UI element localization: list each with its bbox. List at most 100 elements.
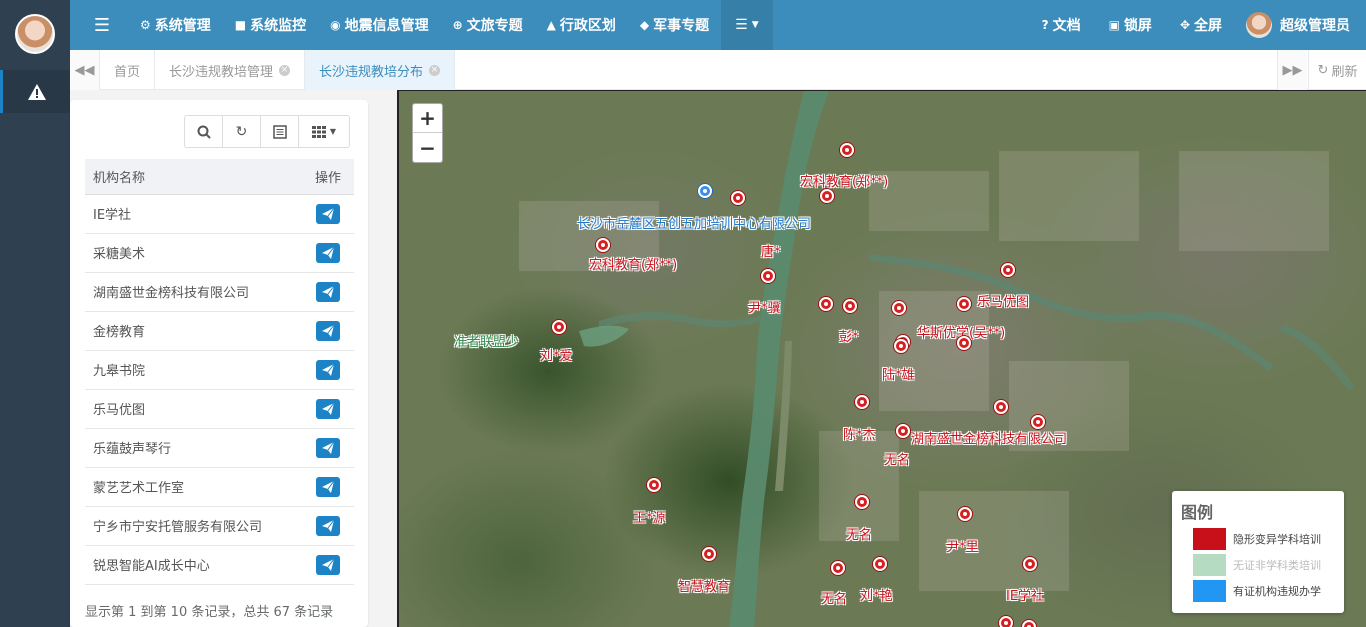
map-marker-label[interactable]: 宏科教育(郑**) [589, 254, 677, 273]
legend-item: 隐形变异学科培训 [1193, 528, 1321, 550]
locate-button[interactable] [316, 359, 340, 380]
tab-scroll-left-button[interactable]: ◀◀ [70, 50, 100, 90]
nav-docs[interactable]: ? 文档 [1028, 0, 1095, 50]
map-marker-label[interactable]: 尹*骥 [748, 297, 781, 316]
map-marker-label[interactable]: 尹*里 [946, 536, 979, 555]
nav-item-admin-division[interactable]: ▲ 行政区划 [535, 0, 628, 50]
map-marker[interactable] [1031, 415, 1045, 429]
map-marker-label[interactable]: 无名 [884, 449, 910, 468]
map-marker[interactable] [761, 269, 775, 283]
close-icon[interactable]: × [429, 64, 441, 76]
tab-violation-management[interactable]: 长沙违规教培管理 × [155, 50, 306, 90]
map-marker[interactable] [958, 507, 972, 521]
map-marker[interactable] [855, 495, 869, 509]
table-row[interactable]: 蒙艺艺术工作室 [85, 467, 354, 507]
map-marker-label[interactable]: 宏科教育(郑**) [800, 171, 888, 190]
table-row[interactable]: IE学社 [85, 194, 354, 234]
map-marker[interactable] [731, 191, 745, 205]
map-marker[interactable] [855, 395, 869, 409]
tab-violation-distribution[interactable]: 长沙违规教培分布 × [305, 50, 456, 90]
paper-plane-icon [322, 519, 335, 532]
map-marker-label[interactable]: 王*源 [633, 507, 666, 526]
toggle-view-button[interactable] [260, 115, 299, 148]
column-header-name[interactable]: 机构名称 [85, 159, 302, 195]
zoom-in-button[interactable]: + [413, 104, 442, 133]
locate-button[interactable] [316, 203, 340, 224]
close-icon[interactable]: × [279, 64, 291, 76]
map-marker[interactable] [957, 336, 971, 350]
table-row[interactable]: 金榜教育 [85, 311, 354, 351]
map-marker[interactable] [820, 189, 834, 203]
map-marker-label[interactable]: 刘*艳 [860, 585, 893, 604]
nav-fullscreen[interactable]: ✥ 全屏 [1166, 0, 1236, 50]
map-marker[interactable] [994, 400, 1008, 414]
tab-scroll-right-button[interactable]: ▶▶ [1277, 50, 1307, 90]
nav-item-system[interactable]: ⚙ 系统管理 [128, 0, 223, 50]
map-marker-label[interactable]: 无名 [846, 524, 872, 543]
nav-item-monitor[interactable]: ■ 系统监控 [223, 0, 318, 50]
table-row[interactable]: 乐蕴鼓声琴行 [85, 428, 354, 468]
zoom-out-button[interactable]: − [413, 133, 442, 162]
table-row[interactable]: 乐马优图 [85, 389, 354, 429]
map-marker-label[interactable]: 长沙市岳麓区五创五加培训中心有限公司 [577, 213, 811, 232]
map-marker-label[interactable]: 智慧教育 [678, 576, 730, 595]
table-row[interactable]: 湖南盛世金榜科技有限公司 [85, 272, 354, 312]
table-row[interactable]: 宁乡市宁安托管服务有限公司 [85, 506, 354, 546]
nav-more-dropdown[interactable]: ☰ ▼ [721, 0, 773, 50]
nav-item-military[interactable]: ◆ 军事专题 [628, 0, 721, 50]
map-marker-label[interactable]: 准者联盟少 [454, 331, 519, 350]
user-menu[interactable]: 超级管理员 [1236, 0, 1366, 50]
map-marker[interactable] [894, 339, 908, 353]
map-marker[interactable] [702, 547, 716, 561]
locate-button[interactable] [316, 320, 340, 341]
locate-button[interactable] [316, 476, 340, 497]
locate-button[interactable] [316, 398, 340, 419]
locate-button[interactable] [316, 437, 340, 458]
map-marker-label[interactable]: 陈*杰 [843, 424, 876, 443]
locate-button[interactable] [316, 515, 340, 536]
map-marker-label[interactable]: IE学社 [1006, 585, 1044, 604]
locate-button[interactable] [316, 281, 340, 302]
tab-home[interactable]: 首页 [100, 50, 156, 90]
map-marker[interactable] [831, 561, 845, 575]
locate-button[interactable] [316, 242, 340, 263]
table-row[interactable]: 九皋书院 [85, 350, 354, 390]
avatar[interactable] [15, 14, 55, 54]
map-marker[interactable] [873, 557, 887, 571]
refresh-button[interactable]: ↻ 刷新 [1308, 50, 1366, 90]
sidebar-item-warning[interactable] [0, 70, 70, 113]
map-marker-label[interactable]: 彭* [839, 326, 859, 345]
menu-toggle-button[interactable]: ☰ [70, 0, 134, 50]
search-button[interactable] [184, 115, 223, 148]
table-row[interactable]: 采糖美术 [85, 233, 354, 273]
globe-icon: ⊕ [452, 18, 463, 32]
refresh-table-button[interactable]: ↻ [222, 115, 261, 148]
map-marker[interactable] [843, 299, 857, 313]
map-marker[interactable] [647, 478, 661, 492]
map-marker-label[interactable]: 刘*爱 [540, 345, 573, 364]
locate-button[interactable] [316, 554, 340, 575]
map-marker-label[interactable]: 陆*雄 [882, 364, 915, 383]
map-marker-label[interactable]: 无名 [821, 588, 847, 607]
map-marker[interactable] [1022, 620, 1036, 627]
map-marker[interactable] [957, 297, 971, 311]
map-marker[interactable] [596, 238, 610, 252]
map-marker[interactable] [698, 184, 712, 198]
map-marker[interactable] [999, 616, 1013, 627]
map-marker[interactable] [896, 424, 910, 438]
map-marker[interactable] [892, 301, 906, 315]
map-marker-label[interactable]: 唐* [761, 241, 781, 260]
map-marker[interactable] [1001, 263, 1015, 277]
map-marker[interactable] [552, 320, 566, 334]
map-marker[interactable] [819, 297, 833, 311]
map-marker-label[interactable]: 乐马优图 [977, 291, 1029, 310]
nav-item-earthquake[interactable]: ◉ 地震信息管理 [318, 0, 440, 50]
nav-item-tourism[interactable]: ⊕ 文旅专题 [441, 0, 535, 50]
table-row[interactable]: 锐思智能AI成长中心 [85, 545, 354, 585]
map-marker-label[interactable]: 湖南盛世金榜科技有限公司 [911, 428, 1067, 447]
satellite-map[interactable]: + − 宏科教育(郑**) 长沙市岳麓区五创五加培训中心有限公司 宏科教育(郑**)… [397, 90, 1366, 627]
columns-dropdown-button[interactable]: ▼ [298, 115, 350, 148]
map-marker[interactable] [840, 143, 854, 157]
nav-lock-screen[interactable]: ▣ 锁屏 [1095, 0, 1166, 50]
map-marker[interactable] [1023, 557, 1037, 571]
